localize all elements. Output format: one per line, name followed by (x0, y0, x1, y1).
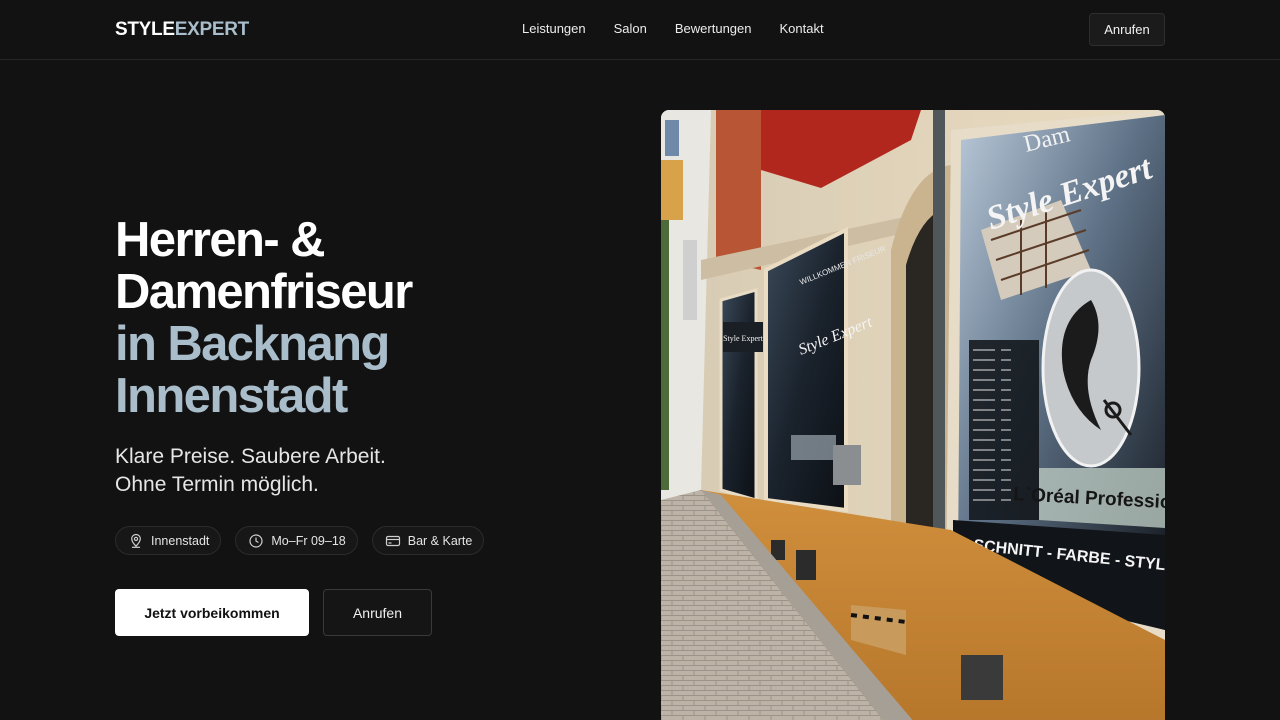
headline-line-4: Innenstadt (115, 369, 348, 423)
headline-line-2: Damenfriseur (115, 265, 413, 319)
chip-location-label: Innenstadt (151, 533, 210, 548)
chip-payment-label: Bar & Karte (407, 533, 473, 548)
nav-leistungen[interactable]: Leistungen (522, 21, 586, 37)
main-nav: Leistungen Salon Bewertungen Kontakt (522, 21, 824, 37)
chip-location: Innenstadt (115, 526, 222, 555)
nav-bewertungen[interactable]: Bewertungen (675, 21, 752, 37)
visit-now-button[interactable]: Jetzt vorbeikommen (115, 589, 309, 636)
nav-kontakt[interactable]: Kontakt (780, 21, 824, 37)
subline-2: Ohne Termin möglich. (115, 473, 319, 496)
site-header: STYLEEXPERT Leistungen Salon Bewertungen… (0, 0, 1280, 60)
nav-salon[interactable]: Salon (614, 21, 647, 37)
logo-style: STYLE (115, 19, 175, 40)
chip-hours-label: Mo–Fr 09–18 (271, 533, 346, 548)
chip-payment: Bar & Karte (371, 526, 485, 555)
hero-headline: Herren- & Damenfriseur in Backnang Innen… (115, 213, 413, 423)
headline-line-1: Herren- & (115, 213, 325, 267)
headline-line-3: in Backnang (115, 317, 390, 371)
card-icon (385, 535, 400, 546)
subline-1: Klare Preise. Saubere Arbeit. (115, 445, 386, 468)
header-call-button[interactable]: Anrufen (1089, 13, 1165, 46)
chip-hours: Mo–Fr 09–18 (235, 526, 358, 555)
location-pin-icon (131, 533, 141, 548)
call-button[interactable]: Anrufen (323, 589, 432, 636)
storefront-photo: Style Expert WILLKOMMEN FRISEUR Style Ex… (661, 110, 1165, 720)
logo[interactable]: STYLEEXPERT (115, 19, 249, 41)
info-chips: Innenstadt Mo–Fr 09–18 Bar & Karte (115, 526, 485, 555)
hero-subline: Klare Preise. Saubere Arbeit. Ohne Termi… (115, 443, 386, 499)
logo-expert: EXPERT (174, 19, 250, 40)
clock-icon (249, 533, 263, 548)
small-shop-sign: Style Expert (723, 334, 764, 343)
